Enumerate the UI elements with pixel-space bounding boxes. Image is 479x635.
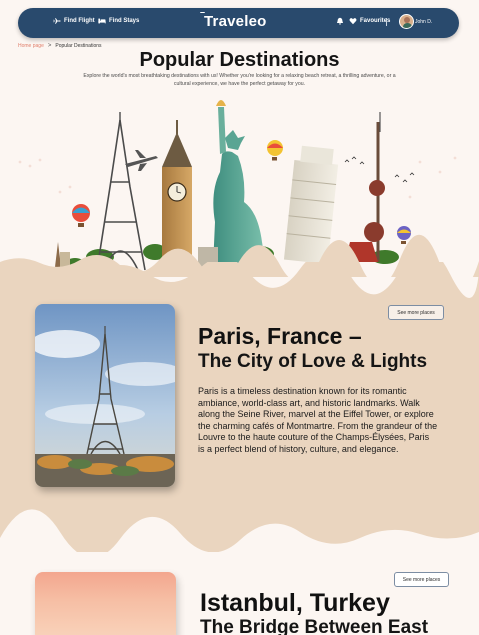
find-flight-link[interactable]: Find Flight [53,17,95,25]
favourites-link[interactable]: Favourites [349,17,390,25]
bell-icon [336,17,344,25]
istanbul-photo [35,572,176,635]
destination-title: Istanbul, Turkey [200,589,390,617]
destination-description: Paris is a timeless destination known fo… [198,386,438,454]
bed-icon [98,18,106,24]
top-navbar: Find Flight Find Stays Traveleo Favourit… [18,8,459,38]
landmarks-collage-image [0,100,479,277]
destination-tagline: The Bridge Between East [200,617,429,635]
destination-tagline: The City of Love & Lights [198,351,428,372]
find-flight-label: Find Flight [64,18,95,24]
see-more-places-button[interactable]: See more places [394,572,449,587]
find-stays-label: Find Stays [109,18,140,24]
notifications-button[interactable] [336,17,344,25]
logo[interactable]: Traveleo [204,13,266,30]
plane-icon [53,18,61,24]
see-more-places-button[interactable]: See more places [388,305,444,320]
avatar[interactable] [399,14,414,29]
find-stays-link[interactable]: Find Stays [98,17,139,25]
heart-icon [349,18,357,25]
paris-eiffel-photo [35,304,175,487]
destination-title: Paris, France – [198,323,362,349]
page-subtitle: Explore the world's most breathtaking de… [83,73,396,87]
nav-divider [386,18,387,26]
user-name[interactable]: John D. [415,19,432,25]
page-title: Popular Destinations [139,49,340,71]
